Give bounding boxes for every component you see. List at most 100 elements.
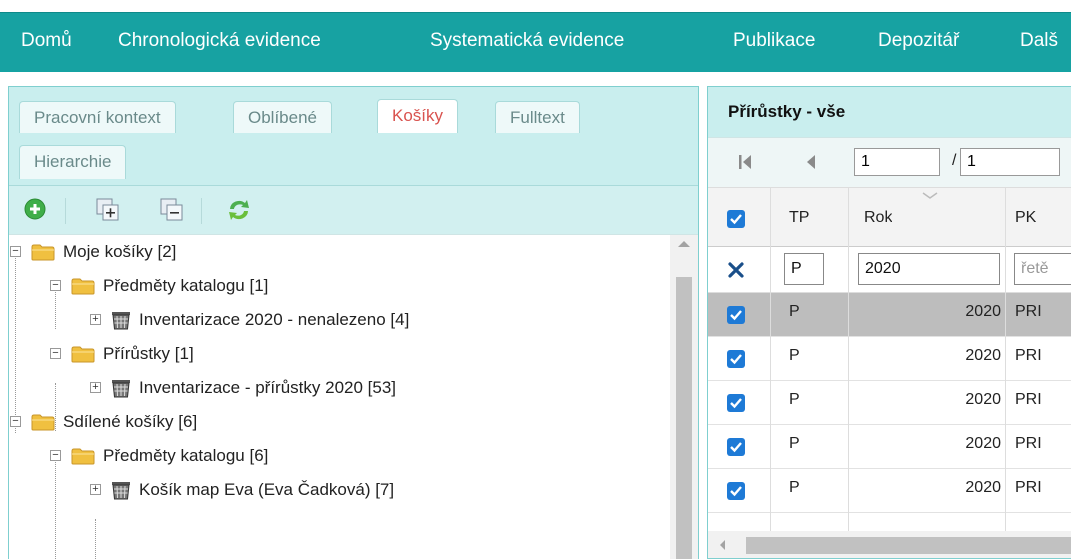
page-separator: / xyxy=(952,152,957,169)
tree-node-basket-maps-eva[interactable]: + Košík map Eva (Eva Čadková) [7] xyxy=(89,473,609,507)
tree-node-label: Přírůstky [1] xyxy=(103,344,194,363)
pager: / xyxy=(708,137,1071,187)
tree-node-catalog-items[interactable]: − Předměty katalogu [1] xyxy=(49,269,609,303)
column-header-rok[interactable]: Rok xyxy=(864,209,892,227)
cell-tp: P xyxy=(789,347,800,364)
cell-pk: PRI xyxy=(1015,303,1042,320)
cell-pk: PRI xyxy=(1015,435,1042,452)
cell-pk: PRI xyxy=(1015,391,1042,408)
collapse-toggle[interactable]: − xyxy=(50,280,61,291)
expand-toggle[interactable]: + xyxy=(90,314,101,325)
basket-tree: − Moje košíky [2] − Předměty katalogu [1… xyxy=(9,235,669,559)
top-navigation: Domů Chronologická evidence Systematická… xyxy=(0,0,1071,72)
table-row[interactable]: P 2020 PRI xyxy=(708,381,1071,425)
nav-bar: Domů Chronologická evidence Systematická… xyxy=(0,12,1071,71)
page-number-input[interactable] xyxy=(854,148,940,176)
scroll-left-arrow[interactable] xyxy=(720,540,725,550)
tree-node-shared-catalog-items[interactable]: − Předměty katalogu [6] xyxy=(49,439,609,473)
tab-favorites[interactable]: Oblíbené xyxy=(233,101,332,133)
folder-icon xyxy=(71,448,95,465)
cell-rok: 2020 xyxy=(965,435,1001,452)
tree-node-label: Inventarizace - přírůstky 2020 [53] xyxy=(139,378,397,397)
tree-node-label: Předměty katalogu [6] xyxy=(103,446,269,465)
tree-node-label: Sdílené košíky [6] xyxy=(63,412,198,431)
first-page-icon[interactable] xyxy=(738,154,752,170)
nav-item-chronological[interactable]: Chronologická evidence xyxy=(118,13,321,71)
tree-node-basket-inventory-accessions[interactable]: + Inventarizace - přírůstky 2020 [53] xyxy=(89,371,609,405)
table-row[interactable]: P 2020 PRI xyxy=(708,293,1071,337)
cell-rok: 2020 xyxy=(965,347,1001,364)
folder-icon xyxy=(71,346,95,363)
grid-horizontal-scrollbar[interactable] xyxy=(708,531,1071,558)
previous-page-icon[interactable] xyxy=(806,154,816,170)
filter-tp-input[interactable] xyxy=(784,253,824,285)
table-row[interactable]: P 2020 PRI xyxy=(708,425,1071,469)
right-panel: Přírůstky - vše / TP Rok PK P 2020 PRI P 202… xyxy=(707,86,1071,559)
grid-header: TP Rok PK xyxy=(708,187,1071,247)
row-checkbox[interactable] xyxy=(727,350,745,368)
collapse-toggle[interactable]: − xyxy=(50,348,61,359)
tree-node-my-baskets[interactable]: − Moje košíky [2] xyxy=(9,235,609,269)
left-panel: Pracovní kontext Oblíbené Košíky Fulltex… xyxy=(8,86,699,559)
tab-hierarchy[interactable]: Hierarchie xyxy=(19,145,127,179)
row-checkbox[interactable] xyxy=(727,394,745,412)
expand-toggle[interactable]: + xyxy=(90,382,101,393)
cell-pk: PRI xyxy=(1015,479,1042,496)
row-checkbox[interactable] xyxy=(727,482,745,500)
table-row[interactable]: P 2020 PRI xyxy=(708,469,1071,513)
tree-node-label: Košík map Eva (Eva Čadková) [7] xyxy=(139,480,395,499)
tree-toolbar xyxy=(9,185,698,235)
cell-tp: P xyxy=(789,303,800,320)
folder-icon xyxy=(71,278,95,295)
basket-icon xyxy=(112,380,130,398)
nav-item-publications[interactable]: Publikace xyxy=(733,13,815,71)
tree-node-label: Předměty katalogu [1] xyxy=(103,276,269,295)
collapse-toggle[interactable]: − xyxy=(10,246,21,257)
tab-bar: Pracovní kontext Oblíbené Košíky Fulltex… xyxy=(9,87,698,185)
scroll-thumb[interactable] xyxy=(746,537,1071,554)
sort-indicator-icon xyxy=(922,192,938,199)
nav-item-more[interactable]: Dalš xyxy=(1020,13,1058,71)
tree-node-label: Moje košíky [2] xyxy=(63,242,177,261)
scroll-up-arrow[interactable] xyxy=(678,241,690,247)
nav-item-depository[interactable]: Depozitář xyxy=(878,13,959,71)
tree-node-shared-baskets[interactable]: − Sdílené košíky [6] xyxy=(9,405,609,439)
cell-tp: P xyxy=(789,435,800,452)
filter-rok-input[interactable] xyxy=(858,253,1000,285)
panel-title: Přírůstky - vše xyxy=(708,87,1071,137)
expand-all-icon[interactable] xyxy=(95,197,121,223)
cell-rok: 2020 xyxy=(965,391,1001,408)
expand-toggle[interactable]: + xyxy=(90,484,101,495)
collapse-toggle[interactable]: − xyxy=(10,416,21,427)
collapse-all-icon[interactable] xyxy=(159,197,185,223)
tree-node-basket-inventory-notfound[interactable]: + Inventarizace 2020 - nenalezeno [4] xyxy=(89,303,609,337)
column-header-tp[interactable]: TP xyxy=(789,209,809,227)
filter-row xyxy=(708,247,1071,293)
cell-tp: P xyxy=(789,479,800,496)
tab-baskets[interactable]: Košíky xyxy=(377,99,459,133)
select-all-checkbox[interactable] xyxy=(727,210,745,228)
tree-node-label: Inventarizace 2020 - nenalezeno [4] xyxy=(139,310,410,329)
tree-scrollbar[interactable] xyxy=(670,235,698,559)
refresh-icon[interactable] xyxy=(225,197,251,223)
basket-icon xyxy=(112,482,130,500)
row-checkbox[interactable] xyxy=(727,438,745,456)
column-header-pk[interactable]: PK xyxy=(1015,209,1036,227)
tab-working-context[interactable]: Pracovní kontext xyxy=(19,101,176,133)
scroll-thumb[interactable] xyxy=(676,277,692,559)
collapse-toggle[interactable]: − xyxy=(50,450,61,461)
tree-node-accessions[interactable]: − Přírůstky [1] xyxy=(49,337,609,371)
tab-fulltext[interactable]: Fulltext xyxy=(495,101,580,133)
add-icon[interactable] xyxy=(23,197,49,223)
cell-tp: P xyxy=(789,391,800,408)
filter-pk-input[interactable] xyxy=(1014,253,1071,285)
total-pages-field xyxy=(960,148,1060,176)
row-checkbox[interactable] xyxy=(727,306,745,324)
table-row[interactable]: P 2020 PRI xyxy=(708,337,1071,381)
folder-icon xyxy=(31,244,55,261)
nav-item-systematic[interactable]: Systematická evidence xyxy=(430,13,624,71)
cell-rok: 2020 xyxy=(965,303,1001,320)
nav-item-home[interactable]: Domů xyxy=(21,13,72,71)
basket-icon xyxy=(112,312,130,330)
clear-filter-icon[interactable] xyxy=(728,262,744,278)
